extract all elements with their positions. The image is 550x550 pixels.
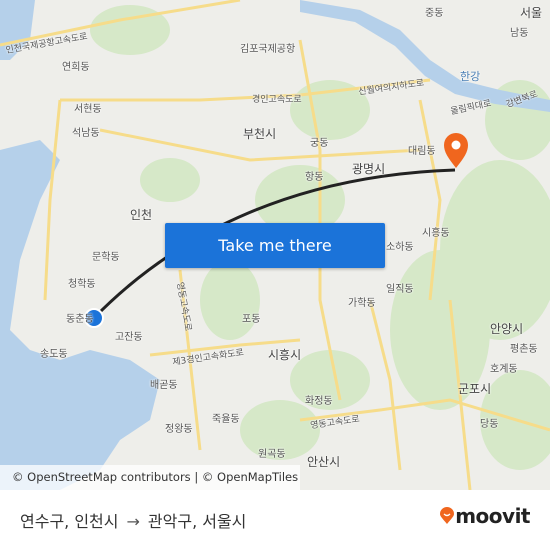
map-label: 중동 [425, 8, 444, 19]
footer: 연수구, 인천시 → 관악구, 서울시 moovit [0, 490, 550, 550]
map-label: 배곧동 [150, 380, 178, 391]
destination-pin-icon[interactable] [444, 133, 468, 168]
origin-label: 연수구, 인천시 [20, 512, 119, 531]
map[interactable]: 인천국제공항고속도로 연희동 서현동 석남동 인천 문학동 청학동 동춘동 송도… [0, 0, 550, 490]
arrow-right-icon: → [126, 512, 140, 531]
map-label: 안산시 [307, 455, 341, 469]
moovit-logo: moovit [439, 504, 530, 528]
map-label: 부천시 [243, 127, 277, 141]
map-label: 항동 [305, 172, 324, 183]
map-label: 한강 [460, 70, 481, 83]
map-label: 동춘동 [66, 314, 94, 325]
map-label: 송도동 [40, 349, 68, 360]
map-label: 연희동 [62, 62, 90, 73]
map-label: 원곡동 [258, 449, 286, 460]
destination-label: 관악구, 서울시 [147, 512, 247, 531]
take-me-there-button[interactable]: Take me there [165, 223, 385, 268]
moovit-pin-icon [440, 507, 455, 524]
map-label: 소하동 [386, 242, 414, 253]
map-label: 죽율동 [212, 414, 240, 425]
map-label: 석남동 [72, 128, 100, 139]
map-label: 문학동 [92, 252, 120, 263]
map-label: 호계동 [490, 364, 518, 375]
map-attribution[interactable]: © OpenStreetMap contributors | © OpenMap… [0, 465, 300, 490]
moovit-wordmark: moovit [455, 504, 530, 528]
map-label: 김포국제공항 [240, 44, 296, 55]
map-label: 대림동 [408, 146, 436, 157]
map-label: 서현동 [74, 104, 102, 115]
map-label: 인천 [130, 208, 153, 222]
map-label: 평촌동 [510, 344, 538, 355]
map-label: 가학동 [348, 298, 376, 309]
map-label: 광명시 [352, 162, 386, 176]
map-label: 경인고속도로 [252, 95, 302, 105]
map-label: 포동 [242, 314, 261, 325]
map-label: 안양시 [490, 322, 524, 336]
map-label: 서울 [520, 6, 543, 20]
map-label: 시흥동 [422, 228, 450, 239]
map-label: 화정동 [305, 396, 333, 407]
map-label: 당동 [480, 419, 499, 430]
route-summary: 연수구, 인천시 → 관악구, 서울시 [20, 508, 246, 532]
map-label: 정왕동 [165, 424, 193, 435]
map-label: 남동 [510, 28, 529, 39]
map-label: 일직동 [386, 284, 414, 295]
map-label: 고잔동 [115, 332, 143, 343]
map-label: 군포시 [458, 382, 492, 396]
map-label: 시흥시 [268, 348, 302, 362]
map-label: 궁동 [310, 138, 329, 149]
map-label: 청학동 [68, 279, 96, 290]
